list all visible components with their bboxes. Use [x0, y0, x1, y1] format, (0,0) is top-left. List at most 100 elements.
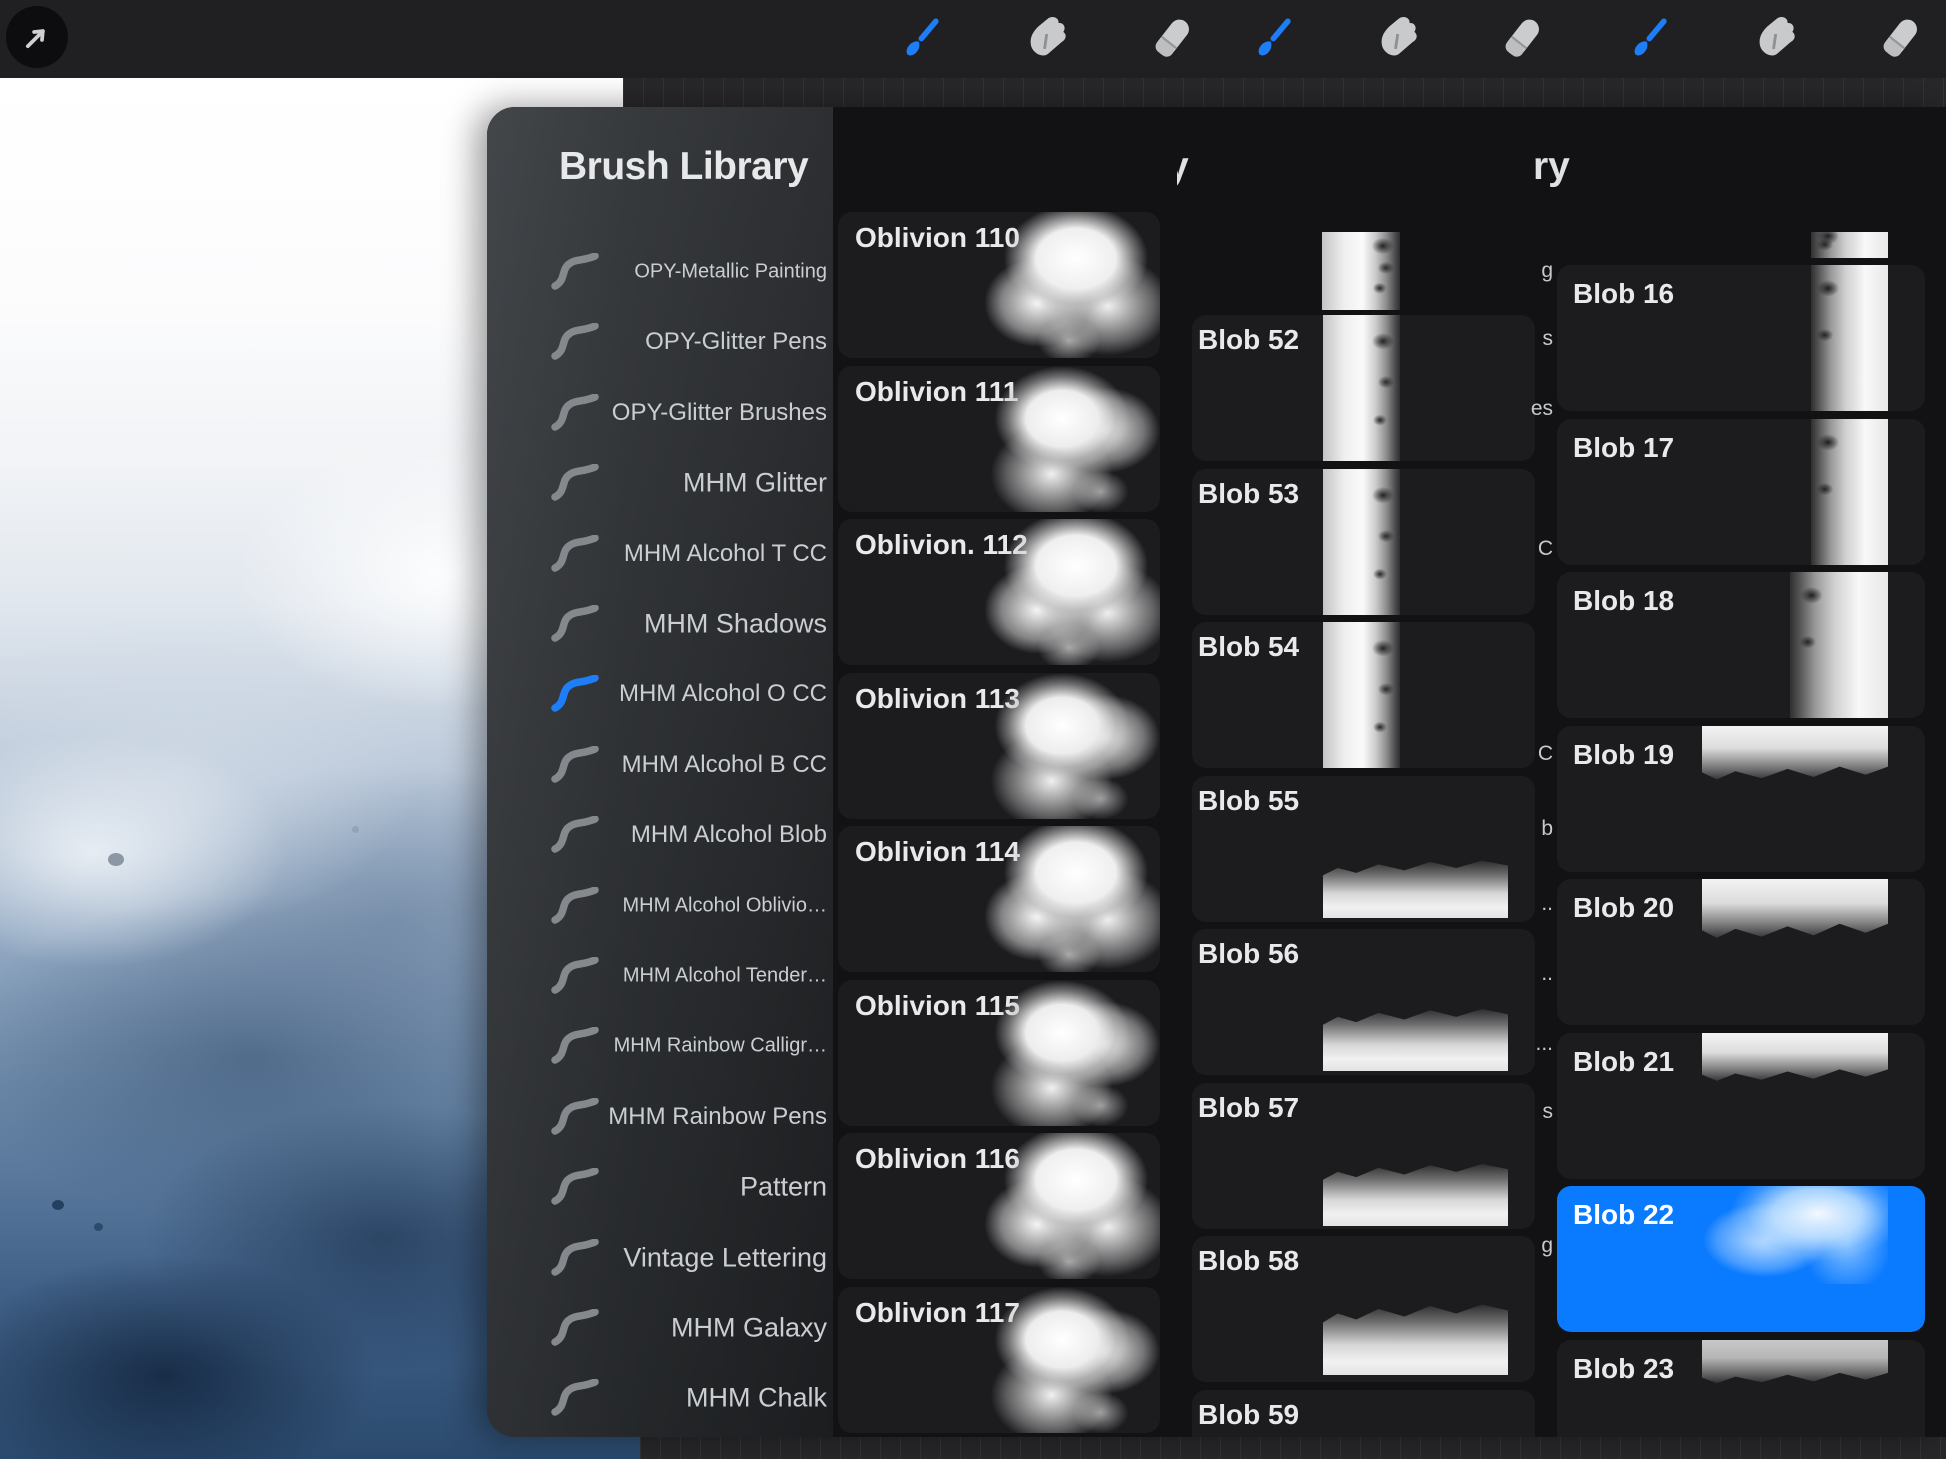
overlapped-sidebar-fragment: C: [1538, 537, 1553, 561]
eraser-icon: [1494, 12, 1548, 66]
brush-thumbnail: [985, 673, 1160, 819]
brush-thumbnail: [1702, 1340, 1888, 1387]
sidebar-item-opy-metallic-painting[interactable]: OPY-Metallic Painting: [487, 237, 833, 307]
brush-row[interactable]: Blob 23: [1557, 1340, 1925, 1437]
sidebar-item-mhm-alcohol-blob[interactable]: MHM Alcohol Blob: [487, 800, 833, 870]
smudge-tool[interactable]: [1015, 8, 1077, 70]
sidebar-item-opy-glitter-brushes[interactable]: OPY-Glitter Brushes: [487, 378, 833, 448]
brush-thumbnail: [1702, 1186, 1888, 1284]
brush-row[interactable]: Oblivion 110: [838, 212, 1160, 358]
overlapped-title-fragment: ry: [1533, 145, 1570, 189]
smudge-tool[interactable]: [1366, 8, 1428, 70]
brush-row[interactable]: Oblivion 116: [838, 1133, 1160, 1279]
brushstroke-icon: [551, 887, 599, 925]
brush-row[interactable]: Blob 54: [1192, 622, 1535, 768]
brush-thumbnail: [1323, 622, 1400, 768]
brush-row[interactable]: Oblivion 115: [838, 980, 1160, 1126]
brush-row[interactable]: Blob 55: [1192, 776, 1535, 922]
brush-thumbnail: [1790, 572, 1888, 718]
sidebar-item-mhm-shadows[interactable]: MHM Shadows: [487, 589, 833, 659]
sidebar-item-opy-glitter-pens[interactable]: OPY-Glitter Pens: [487, 307, 833, 377]
brush-row[interactable]: Blob 17: [1557, 419, 1925, 565]
sidebar-item-mhm-rainbow-pens[interactable]: MHM Rainbow Pens: [487, 1082, 833, 1152]
brush-row[interactable]: Blob 53: [1192, 469, 1535, 615]
brushstroke-icon: [551, 1168, 599, 1206]
brush-thumbnail: [985, 980, 1160, 1126]
brushstroke-icon: [551, 1239, 599, 1277]
smudge-tool[interactable]: [1744, 8, 1806, 70]
sidebar-item-mhm-alcohol-b-cc[interactable]: MHM Alcohol B CC: [487, 730, 833, 800]
brushstroke-icon: [551, 957, 599, 995]
brushstroke-icon: [551, 535, 599, 573]
paint-brush-tool[interactable]: [1242, 8, 1304, 70]
brushstroke-icon: [551, 253, 599, 291]
brushstroke-icon: [551, 605, 599, 643]
smudge-icon: [1748, 12, 1802, 66]
brush-thumbnail: [1811, 265, 1888, 411]
brush-row[interactable]: Blob 18: [1557, 572, 1925, 718]
eraser-tool[interactable]: [1868, 8, 1930, 70]
brush-row[interactable]: Oblivion 111: [838, 366, 1160, 512]
brush-row[interactable]: Blob 58: [1192, 1236, 1535, 1382]
brush-row[interactable]: Blob 19: [1557, 726, 1925, 872]
brush-row[interactable]: Blob 16: [1557, 265, 1925, 411]
sidebar-item-mhm-galaxy[interactable]: MHM Galaxy: [487, 1293, 833, 1363]
eraser-tool[interactable]: [1140, 8, 1202, 70]
paint-brush-icon: [1246, 12, 1300, 66]
brush-row[interactable]: Blob 56: [1192, 929, 1535, 1075]
eraser-icon: [1872, 12, 1926, 66]
sidebar-item-mhm-rainbow-calligraphy[interactable]: MHM Rainbow Calligr…: [487, 1011, 833, 1081]
sidebar-item-pattern[interactable]: Pattern: [487, 1152, 833, 1222]
overlapped-sidebar-fragment: g: [1541, 1234, 1553, 1258]
sidebar-item-mhm-alcohol-o-cc[interactable]: MHM Alcohol O CC: [487, 659, 833, 729]
panel-title: Brush Library: [559, 145, 808, 189]
partial-brush-thumbnail: [1811, 232, 1888, 258]
brush-thumbnail: [985, 366, 1160, 512]
brush-row[interactable]: Blob 21: [1557, 1033, 1925, 1179]
overlapped-sidebar-fragment: g: [1541, 259, 1553, 283]
brush-thumbnail: [985, 1287, 1160, 1433]
brushstroke-icon: [551, 675, 599, 713]
brush-row[interactable]: Oblivion 114: [838, 826, 1160, 972]
paint-brush-tool[interactable]: [1618, 8, 1680, 70]
brush-thumbnail: [1323, 857, 1508, 918]
gallery-button[interactable]: [6, 6, 68, 68]
brush-row[interactable]: Oblivion 117: [838, 1287, 1160, 1433]
brush-thumbnail: [985, 1133, 1160, 1279]
brushstroke-icon: [551, 394, 599, 432]
arrow-up-right-icon: [17, 17, 57, 57]
eraser-icon: [1144, 12, 1198, 66]
canvas-edge-strip-bottom: [640, 1437, 1946, 1459]
overlapped-sidebar-fragment: ..: [1541, 962, 1553, 986]
brushstroke-icon: [551, 1379, 599, 1417]
sidebar-item-mhm-chalk[interactable]: MHM Chalk: [487, 1363, 833, 1433]
partial-brush-thumbnail: [1322, 232, 1400, 310]
brush-thumbnail: [1323, 469, 1400, 615]
sidebar-item-mhm-alcohol-t-cc[interactable]: MHM Alcohol T CC: [487, 519, 833, 589]
brush-row[interactable]: Blob 20: [1557, 879, 1925, 1025]
brush-row[interactable]: Blob 52: [1192, 315, 1535, 461]
ink-splatter-dot: [52, 1200, 64, 1210]
brushstroke-icon: [551, 1309, 599, 1347]
ink-splatter-dot: [108, 853, 124, 866]
sidebar-item-mhm-alcohol-oblivion[interactable]: MHM Alcohol Oblivio…: [487, 871, 833, 941]
brush-row[interactable]: Oblivion. 112: [838, 519, 1160, 665]
paint-brush-tool[interactable]: [890, 8, 952, 70]
ink-splatter-dot: [94, 1223, 103, 1231]
brush-row[interactable]: Blob 57: [1192, 1083, 1535, 1229]
brush-row[interactable]: Blob 59: [1192, 1390, 1535, 1437]
eraser-tool[interactable]: [1490, 8, 1552, 70]
brush-row-selected[interactable]: Blob 22: [1557, 1186, 1925, 1332]
sidebar-item-mhm-alcohol-tender[interactable]: MHM Alcohol Tender…: [487, 941, 833, 1011]
brush-row[interactable]: Oblivion 113: [838, 673, 1160, 819]
brush-thumbnail: [985, 826, 1160, 972]
brush-thumbnail: [1702, 726, 1888, 784]
brushstroke-icon: [551, 464, 599, 502]
paint-brush-icon: [894, 12, 948, 66]
brushstroke-icon: [551, 323, 599, 361]
brush-thumbnail: [1323, 1160, 1508, 1226]
brush-library-panel: Brush Library y ry OPY-Metallic Painting…: [487, 107, 1946, 1437]
sidebar-item-mhm-glitter[interactable]: MHM Glitter: [487, 448, 833, 518]
brush-thumbnail: [985, 212, 1160, 358]
sidebar-item-vintage-lettering[interactable]: Vintage Lettering: [487, 1223, 833, 1293]
